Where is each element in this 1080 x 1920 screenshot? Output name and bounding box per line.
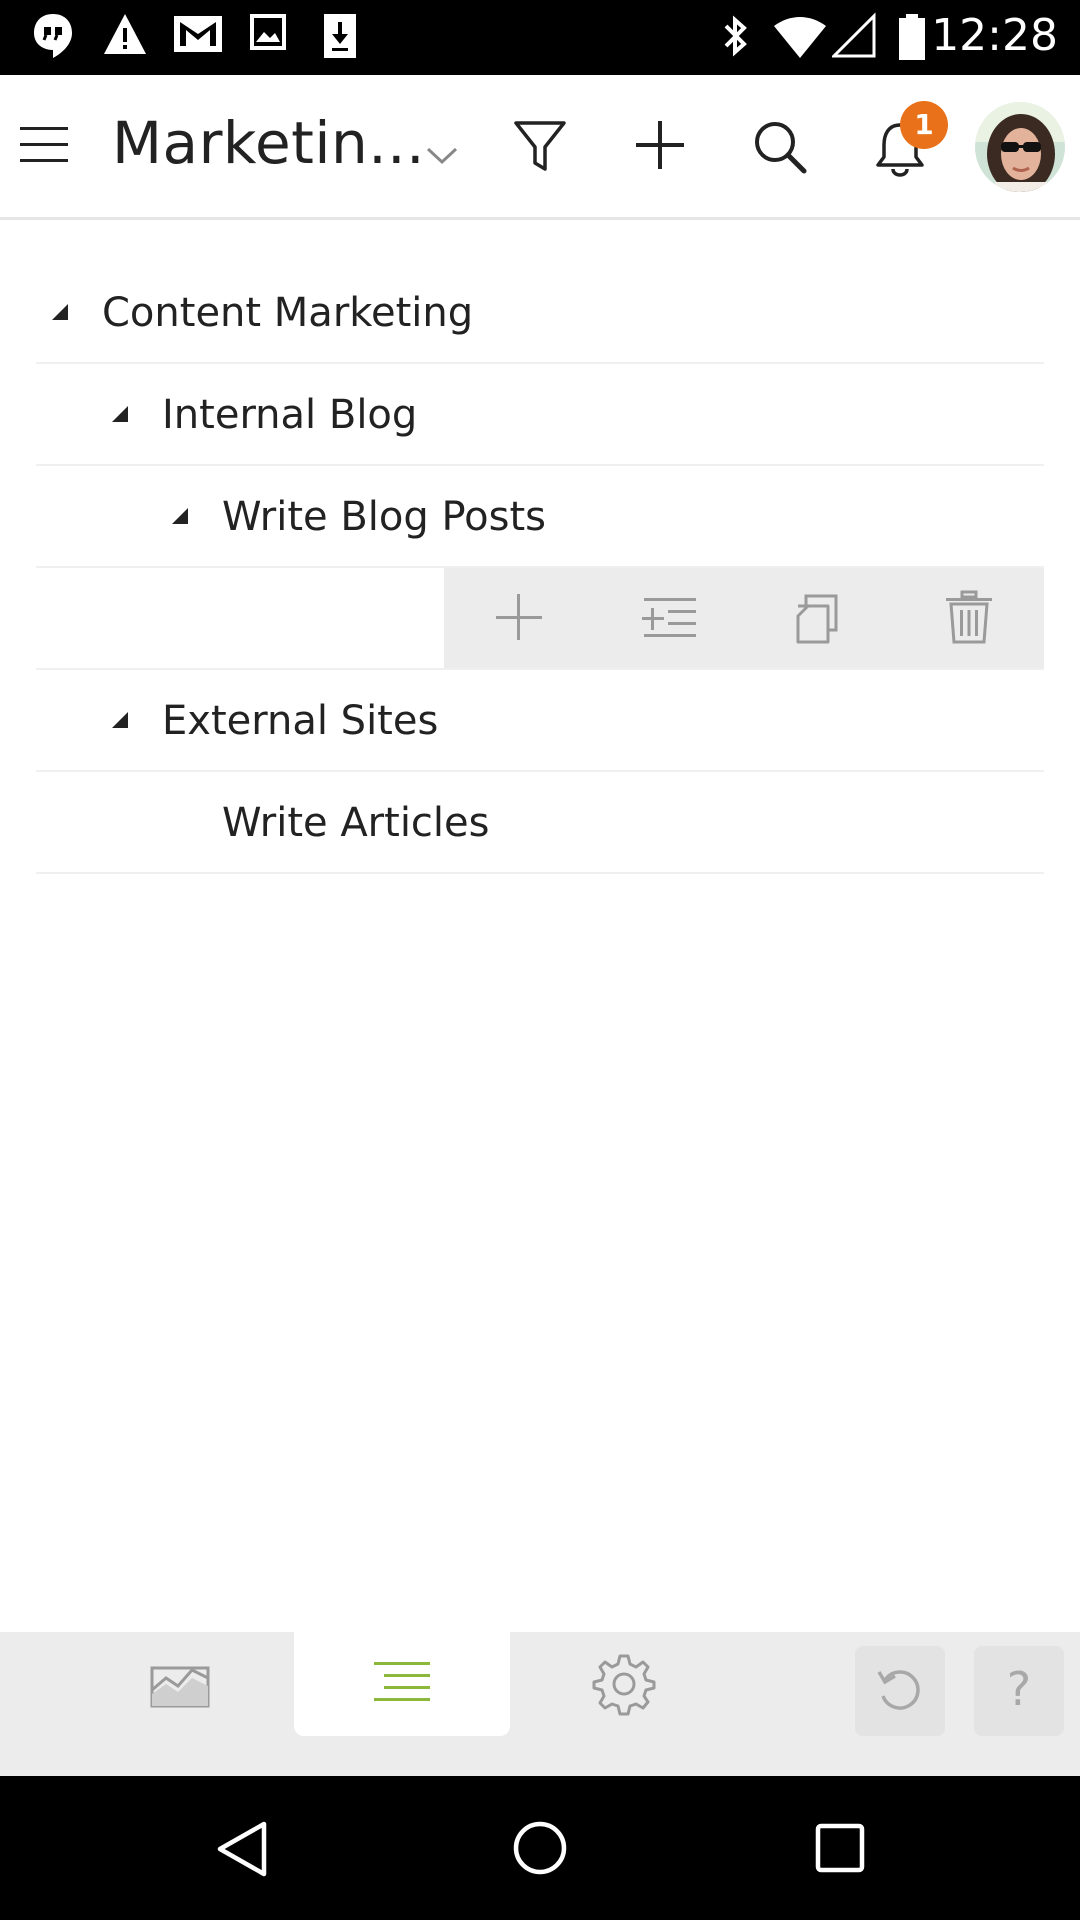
download-icon: [322, 12, 358, 65]
tree-row-label: Write Blog Posts: [222, 494, 546, 540]
tree-row-write-articles[interactable]: Write Articles: [36, 772, 1044, 874]
task-tree: Content Marketing Internal Blog Write Bl…: [36, 262, 1044, 874]
add-subtask-icon[interactable]: [640, 590, 698, 649]
tree-row-external-sites[interactable]: External Sites: [36, 670, 1044, 772]
tree-row-label: Content Marketing: [102, 290, 474, 336]
page-title[interactable]: Marketin...: [112, 109, 425, 177]
expand-triangle-icon[interactable]: [172, 508, 188, 524]
status-bar: 12:28: [0, 0, 1080, 75]
menu-icon[interactable]: [18, 125, 70, 170]
row-action-bar: [444, 568, 1044, 668]
hangouts-icon: [32, 12, 74, 65]
tab-list[interactable]: [294, 1632, 510, 1736]
undo-button[interactable]: [855, 1646, 945, 1736]
duplicate-icon[interactable]: [792, 590, 844, 651]
list-icon: [372, 1658, 432, 1711]
undo-icon: [875, 1666, 925, 1721]
system-nav-bar: [0, 1776, 1080, 1920]
bluetooth-icon: [718, 12, 754, 65]
tree-row-label: External Sites: [162, 698, 439, 744]
battery-icon: [896, 12, 928, 67]
avatar[interactable]: [975, 102, 1065, 192]
chevron-down-icon[interactable]: [425, 145, 459, 172]
notification-badge[interactable]: 1: [900, 101, 948, 149]
expand-triangle-icon[interactable]: [112, 712, 128, 728]
tree-row-internal-blog[interactable]: Internal Blog: [36, 364, 1044, 466]
recents-icon[interactable]: [814, 1822, 866, 1879]
delete-icon[interactable]: [944, 590, 994, 651]
bottom-tab-bar: ?: [0, 1632, 1080, 1776]
expand-triangle-icon[interactable]: [52, 304, 68, 320]
search-icon[interactable]: [752, 119, 808, 180]
filter-icon[interactable]: [513, 119, 567, 180]
wifi-icon: [772, 12, 828, 65]
gmail-icon: [172, 12, 224, 61]
status-clock: 12:28: [931, 10, 1058, 61]
signal-icon: [830, 12, 876, 65]
tree-row-label: Internal Blog: [162, 392, 418, 438]
tree-row-write-blog-posts[interactable]: Write Blog Posts: [36, 466, 1044, 568]
image-icon: [248, 12, 288, 57]
settings-icon[interactable]: [592, 1652, 656, 1721]
expand-triangle-icon[interactable]: [112, 406, 128, 422]
app-bar: Marketin... 1: [0, 75, 1080, 220]
tree-row-content-marketing[interactable]: Content Marketing: [36, 262, 1044, 364]
tree-row-label: Write Articles: [222, 800, 490, 846]
dashboard-icon[interactable]: [148, 1656, 212, 1717]
home-icon[interactable]: [512, 1820, 568, 1881]
help-label: ?: [1006, 1662, 1032, 1716]
plus-icon[interactable]: [634, 119, 686, 176]
warning-icon: [102, 12, 148, 61]
row-action-bar-row: [36, 568, 1044, 670]
help-button[interactable]: ?: [974, 1646, 1064, 1736]
back-icon[interactable]: [214, 1820, 270, 1883]
add-icon[interactable]: [494, 590, 544, 649]
